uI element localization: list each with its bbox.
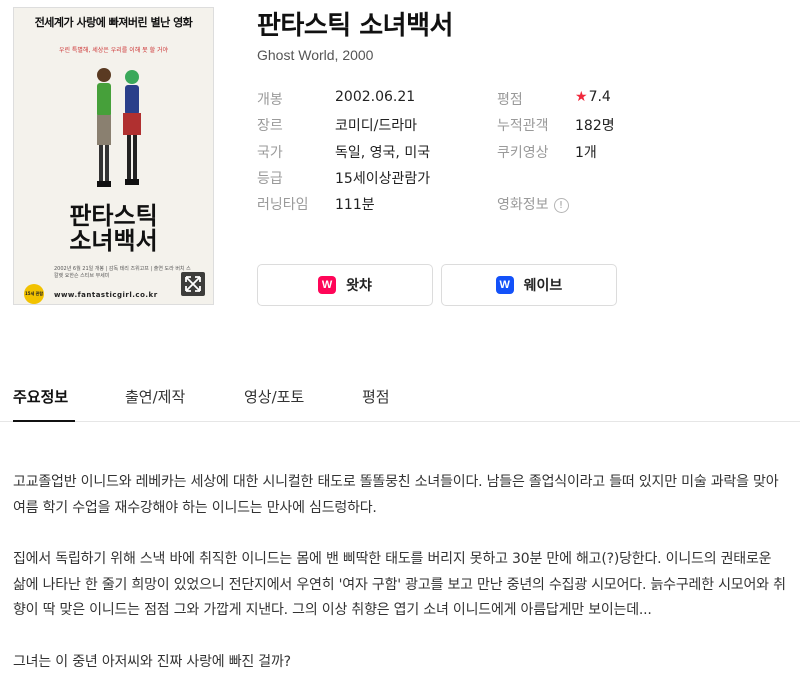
- runtime-label: 러닝타임: [257, 197, 309, 213]
- grade-label: 등급: [257, 171, 283, 187]
- movie-poster[interactable]: 전세계가 사랑에 빠져버린 별난 영화 우린 특별해, 세상은 우리를 이해 못…: [13, 7, 214, 305]
- cookie-label: 쿠키영상: [497, 145, 549, 161]
- wavve-logo-icon: W: [495, 276, 514, 294]
- active-tab-indicator: [13, 420, 75, 422]
- poster-credits: 2002년 6월 21일 개봉 | 감독 테리 즈위고프 | 출연 도라 버치 …: [54, 266, 191, 279]
- poster-rating-badge: 15세 관람가: [24, 284, 44, 304]
- tab-bar: 주요정보 출연/제작 영상/포토 평점: [0, 380, 800, 422]
- cookie-value: 1개: [575, 145, 597, 161]
- expand-poster-button[interactable]: [181, 272, 205, 296]
- country-value: 독일, 영국, 미국: [335, 145, 431, 161]
- poster-illustration: [97, 68, 141, 187]
- movie-original-title: Ghost World, 2000: [257, 47, 374, 63]
- tab-media[interactable]: 영상/포토: [244, 386, 304, 407]
- genre-value: 코미디/드라마: [335, 118, 417, 134]
- wavve-button[interactable]: W 웨이브: [441, 264, 617, 306]
- movie-info-label-wrap: 영화정보!: [497, 194, 569, 214]
- poster-title-line1: 판타스틱: [69, 202, 158, 230]
- tab-main-info[interactable]: 주요정보: [13, 386, 68, 407]
- tab-review[interactable]: 평점: [362, 386, 390, 407]
- poster-title: 판타스틱 소녀백서: [14, 202, 213, 256]
- release-label: 개봉: [257, 92, 283, 108]
- info-icon[interactable]: !: [553, 198, 569, 213]
- runtime-value: 111분: [335, 197, 375, 213]
- grade-value: 15세이상관람가: [335, 171, 431, 187]
- synopsis-paragraph: 그녀는 이 중년 아저씨와 진짜 사랑에 빠진 걸까?: [13, 653, 291, 670]
- country-label: 국가: [257, 145, 283, 161]
- rating-value: 7.4: [588, 89, 611, 105]
- audience-label: 누적관객: [497, 118, 549, 134]
- watcha-logo-icon: W: [318, 276, 337, 294]
- rating-label: 평점: [497, 92, 523, 108]
- synopsis: 고교졸업반 이니드와 레베카는 세상에 대한 시니컬한 태도로 똘똘뭉친 소녀들…: [13, 470, 788, 700]
- poster-top-text: 전세계가 사랑에 빠져버린 별난 영화: [34, 16, 193, 29]
- poster-url: www.fantasticgirl.co.kr: [54, 291, 158, 299]
- synopsis-paragraph: 집에서 독립하기 위해 스낵 바에 취직한 이니드는 몸에 밴 삐딱한 태도를 …: [13, 551, 786, 618]
- wavve-label: 웨이브: [523, 278, 563, 294]
- synopsis-paragraph: 고교졸업반 이니드와 레베카는 세상에 대한 시니컬한 태도로 똘똘뭉친 소녀들…: [13, 474, 779, 516]
- tab-cast[interactable]: 출연/제작: [125, 386, 185, 407]
- rating-value-wrap: ★7.4: [575, 89, 611, 105]
- release-value: 2002.06.21: [335, 89, 416, 105]
- watcha-button[interactable]: W 왓챠: [257, 264, 433, 306]
- poster-tagline: 우린 특별해, 세상은 우리를 이해 못 할 거야: [58, 47, 169, 54]
- movie-info-label: 영화정보: [497, 197, 549, 213]
- audience-value: 182명: [575, 118, 615, 134]
- poster-title-line2: 소녀백서: [69, 227, 158, 256]
- watcha-label: 왓챠: [346, 278, 372, 294]
- genre-label: 장르: [257, 118, 283, 134]
- expand-icon: [185, 276, 201, 292]
- movie-title: 판타스틱 소녀백서: [257, 11, 453, 41]
- star-icon: ★: [575, 89, 588, 105]
